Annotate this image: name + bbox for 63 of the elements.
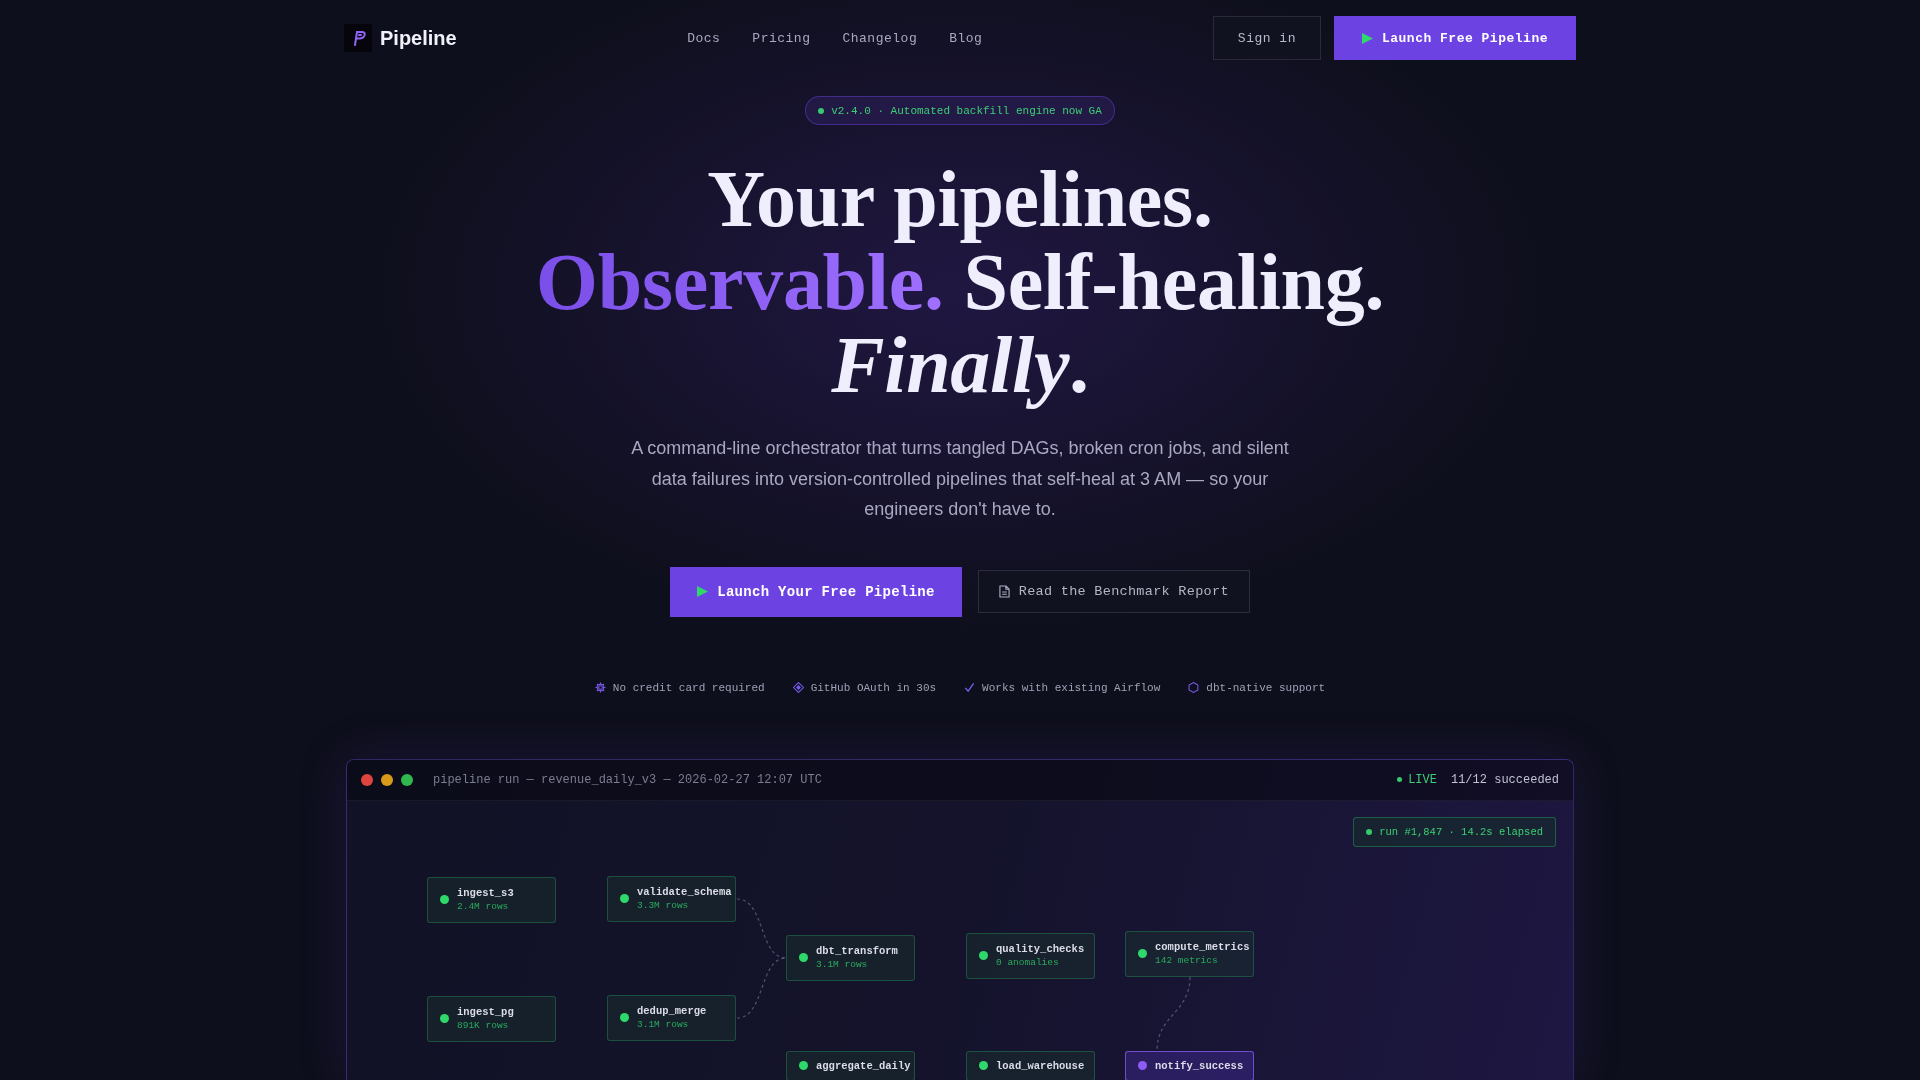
status-dot-icon: [620, 894, 629, 903]
hero-subtitle: A command-line orchestrator that turns tangled DAGs, broken cron jobs, and silent data failures into version-controlled pipelines that self-heal at 3 AM — so your engineers don't have to.: [630, 437, 1290, 521]
feature-text: GitHub OAuth in 30s: [810, 680, 937, 696]
node-name: dbt_transform: [816, 943, 898, 958]
run-badge-text: run #1,847 · 14.2s elapsed: [1379, 825, 1543, 838]
gear-icon: [594, 682, 606, 693]
node-name: notify_success: [1155, 1058, 1244, 1073]
window-dot-icon: [401, 773, 413, 786]
window-title: pipeline run — revenue_daily_v3 — 2026-02-27 12:07 UTC: [433, 772, 822, 787]
status-dot-icon: [979, 1061, 988, 1070]
node-detail: 3.3M rows: [637, 898, 690, 913]
dag-edge: [736, 897, 787, 959]
logo-icon: [344, 24, 372, 52]
status-dot-icon: [1138, 1061, 1147, 1070]
status-dot-icon: [979, 951, 988, 960]
nav-link[interactable]: Blog: [949, 30, 983, 46]
node-name: dedup_merge: [637, 1003, 707, 1018]
node-name: ingest_pg: [457, 1004, 514, 1019]
status-dot-icon: [620, 1013, 629, 1022]
benchmark-report-button[interactable]: Read the Benchmark Report: [977, 570, 1250, 613]
nav-link[interactable]: Changelog: [842, 30, 918, 46]
node-name: compute_metrics: [1155, 939, 1250, 954]
node-detail: 2.4M rows: [457, 899, 510, 914]
node-name: load_warehouse: [996, 1058, 1085, 1073]
node-name: validate_schema: [637, 884, 732, 899]
diamond-icon: [792, 682, 804, 693]
launch-button[interactable]: Launch Free Pipeline: [1333, 16, 1576, 60]
dot-icon: [1366, 828, 1373, 835]
hexagon-icon: [1188, 682, 1200, 693]
sign-in-button[interactable]: Sign in: [1212, 16, 1321, 60]
check-icon: [964, 682, 976, 693]
node-name: aggregate_daily: [816, 1058, 911, 1073]
status-dot-icon: [440, 895, 449, 904]
nav-link[interactable]: Docs: [687, 30, 721, 46]
live-label: LIVE: [1408, 772, 1437, 787]
brand-name: Pipeline: [380, 26, 457, 50]
window-dot-icon: [381, 773, 393, 786]
dag-edge: [736, 956, 787, 1019]
status-dot-icon: [1138, 949, 1147, 958]
feature-text: dbt-native support: [1206, 680, 1326, 696]
nav-link[interactable]: Pricing: [752, 30, 811, 46]
node-detail: 3.1M rows: [816, 957, 869, 972]
status-dot-icon: [799, 1061, 808, 1070]
play-icon: [697, 586, 709, 597]
run-summary: 11/12 succeeded: [1450, 772, 1559, 787]
node-name: quality_checks: [996, 941, 1085, 956]
status-dot-icon: [440, 1014, 449, 1023]
launch-button[interactable]: Launch Your Free Pipeline: [670, 566, 962, 617]
status-dot-icon: [799, 953, 808, 962]
document-icon: [998, 585, 1010, 598]
feature-text: No credit card required: [612, 680, 765, 696]
node-detail: 3.1M rows: [637, 1017, 690, 1032]
node-detail: 891K rows: [457, 1018, 510, 1033]
window-dot-icon: [361, 773, 373, 786]
feature-text: Works with existing Airflow: [982, 680, 1161, 696]
node-detail: 142 metrics: [1155, 953, 1219, 968]
hero-heading: Your pipelines. Observable. Self-healing. Finally.: [535, 158, 1385, 407]
node-name: ingest_s3: [457, 885, 514, 900]
live-dot-icon: [1397, 777, 1403, 782]
dot-icon: [818, 107, 825, 114]
release-badge-text: v2.4.0 · Automated backfill engine now GA: [831, 104, 1102, 117]
play-icon: [1361, 32, 1373, 44]
node-detail: 0 anomalies: [996, 955, 1060, 970]
